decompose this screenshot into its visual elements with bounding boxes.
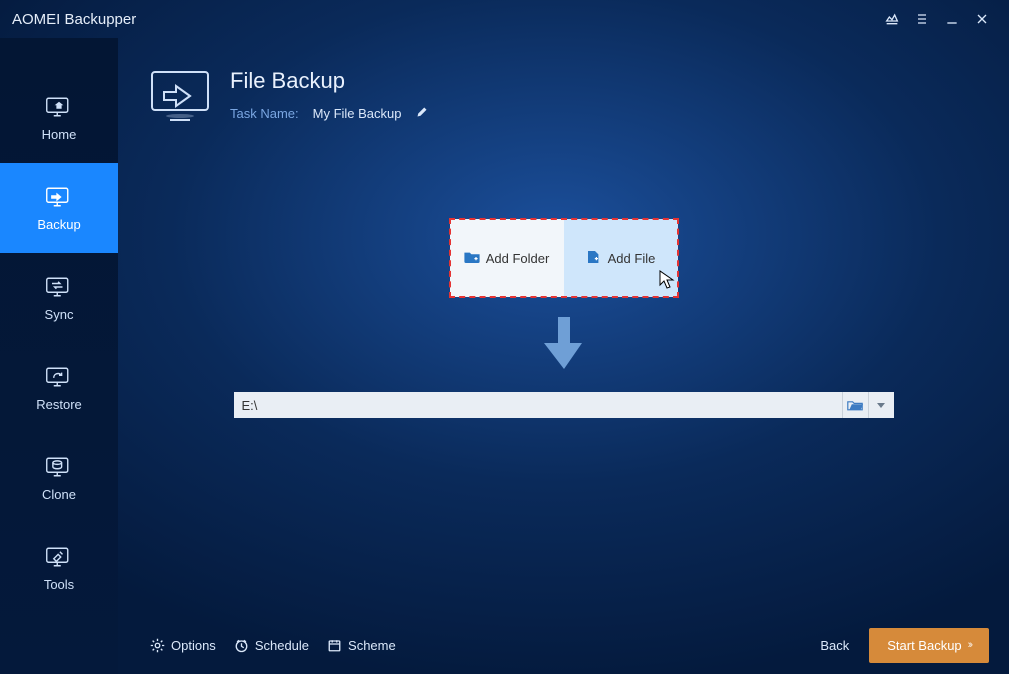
minimize-button[interactable] [937,4,967,34]
start-backup-label: Start Backup [887,638,961,653]
scheme-button[interactable]: Scheme [321,634,402,657]
app-window: AOMEI Backupper Home [0,0,1009,674]
sidebar-item-sync[interactable]: Sync [0,253,118,343]
sidebar: Home Backup Sync Restore [0,38,118,674]
schedule-button[interactable]: Schedule [228,634,315,657]
gear-icon [150,638,165,653]
schedule-label: Schedule [255,638,309,653]
sidebar-item-label: Sync [45,307,74,322]
source-area: Add Folder Add File [118,124,1009,616]
sidebar-item-tools[interactable]: Tools [0,523,118,613]
calendar-icon [327,638,342,653]
add-folder-label: Add Folder [486,251,550,266]
menu-list-icon[interactable] [907,4,937,34]
destination-path-text: E:\ [234,398,842,413]
app-title: AOMEI Backupper [12,11,136,28]
task-name-label: Task Name: [230,106,299,121]
upgrade-icon[interactable] [877,4,907,34]
sidebar-item-clone[interactable]: Clone [0,433,118,523]
sidebar-item-backup[interactable]: Backup [0,163,118,253]
browse-destination-icon[interactable] [842,392,868,418]
page-title: File Backup [230,68,428,94]
sidebar-item-home[interactable]: Home [0,73,118,163]
folder-plus-icon [464,250,480,267]
sidebar-item-label: Restore [36,397,82,412]
page-icon [148,68,212,124]
destination-dropdown-icon[interactable] [868,392,894,418]
add-folder-button[interactable]: Add Folder [450,219,564,297]
chevron-right-icon: ›› [968,639,971,651]
backup-monitor-icon [44,185,74,209]
sidebar-item-label: Tools [44,577,74,592]
footer-bar: Options Schedule Scheme Back Start Backu… [118,616,1009,674]
add-source-box: Add Folder Add File [450,219,678,297]
arrow-down-icon [542,315,586,376]
sync-monitor-icon [44,275,74,299]
scheme-label: Scheme [348,638,396,653]
options-label: Options [171,638,216,653]
add-file-button[interactable]: Add File [564,219,678,297]
file-plus-icon [586,250,602,267]
back-label: Back [820,638,849,653]
close-button[interactable] [967,4,997,34]
task-name-value: My File Backup [313,106,402,121]
clone-monitor-icon [44,455,74,479]
sidebar-item-label: Clone [42,487,76,502]
destination-path-bar[interactable]: E:\ [234,392,894,418]
back-button[interactable]: Back [806,632,863,659]
sidebar-item-label: Backup [37,217,80,232]
tools-monitor-icon [44,545,74,569]
start-backup-button[interactable]: Start Backup ›› [869,628,989,663]
home-monitor-icon [44,95,74,119]
page-header: File Backup Task Name: My File Backup [118,38,1009,124]
restore-monitor-icon [44,365,74,389]
sidebar-item-label: Home [42,127,77,142]
sidebar-item-restore[interactable]: Restore [0,343,118,433]
edit-task-name-icon[interactable] [416,106,428,121]
add-file-label: Add File [608,251,656,266]
clock-icon [234,638,249,653]
main-panel: File Backup Task Name: My File Backup [118,38,1009,674]
title-bar: AOMEI Backupper [0,0,1009,38]
options-button[interactable]: Options [144,634,222,657]
